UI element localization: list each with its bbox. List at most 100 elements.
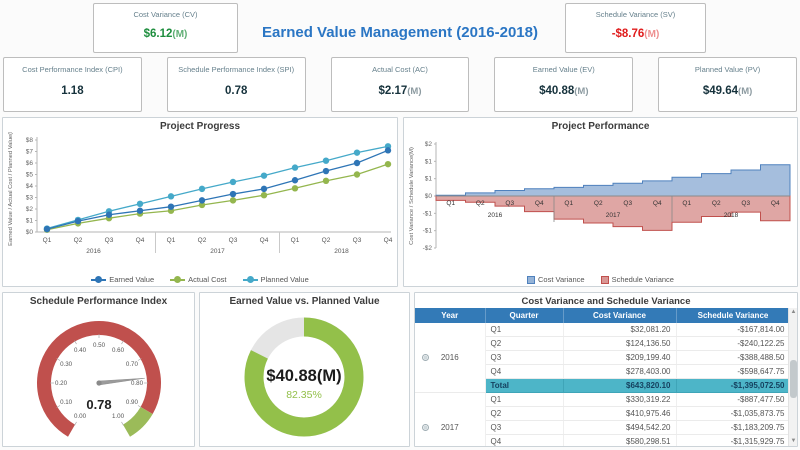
- svg-text:Q1: Q1: [291, 237, 300, 244]
- kpi-row: Cost Performance Index (CPI) 1.18 Schedu…: [3, 57, 797, 112]
- svg-text:2018: 2018: [334, 248, 349, 255]
- svg-text:Q2: Q2: [322, 237, 331, 244]
- value-cell: -$598,647.75: [676, 364, 788, 379]
- value-cell: $410,975.46: [563, 406, 677, 421]
- kpi-value: $2.17(M): [378, 85, 422, 97]
- column-header[interactable]: Year: [415, 308, 486, 323]
- kpi-card-cpi: Cost Performance Index (CPI) 1.18: [3, 57, 142, 112]
- svg-text:$4: $4: [26, 183, 34, 190]
- legend-item-cost-variance[interactable]: Cost Variance: [527, 275, 585, 284]
- svg-text:0.30: 0.30: [60, 361, 73, 368]
- value-cell: -$887,477.50: [676, 392, 788, 407]
- legend-item-planned-value[interactable]: Planned Value: [242, 275, 309, 284]
- svg-text:Q4: Q4: [535, 200, 544, 207]
- table-row[interactable]: 2017 Q1 $330,319.22 -$887,477.50: [415, 392, 788, 446]
- svg-text:0.60: 0.60: [112, 347, 125, 354]
- svg-text:Q3: Q3: [229, 237, 238, 244]
- legend-item-actual-cost[interactable]: Actual Cost: [170, 275, 227, 284]
- svg-text:0.10: 0.10: [60, 399, 73, 406]
- schedule-variance-label: Schedule Variance (SV): [595, 10, 676, 19]
- schedule-variance-value: -$8.76(M): [611, 28, 660, 40]
- quarter-cell: Q1: [485, 392, 564, 407]
- svg-text:-$1: -$1: [423, 210, 433, 217]
- svg-text:$0: $0: [26, 229, 34, 236]
- spi-gauge-chart[interactable]: 0.000.10 0.20 0.300.40 0.50 0.600.70 0.80 0.90…: [3, 307, 194, 445]
- kpi-card-ev: Earned Value (EV) $40.88(M): [494, 57, 634, 112]
- collapse-year-icon[interactable]: [422, 353, 429, 361]
- cost-variance-label: Cost Variance (CV): [133, 10, 198, 19]
- value-cell: -$167,814.00: [676, 323, 788, 337]
- svg-text:0.90: 0.90: [126, 399, 139, 406]
- legend-item-schedule-variance[interactable]: Schedule Variance: [600, 275, 674, 284]
- value-cell: $209,199.40: [563, 350, 677, 365]
- svg-text:$3: $3: [26, 195, 34, 202]
- collapse-year-icon[interactable]: [422, 423, 429, 431]
- svg-text:2017: 2017: [210, 248, 225, 255]
- project-performance-legend: Cost Variance Schedule Variance: [404, 275, 797, 284]
- year-cell: 2016: [415, 323, 486, 393]
- svg-text:0.20: 0.20: [55, 380, 68, 387]
- svg-text:Q1: Q1: [564, 200, 573, 207]
- scroll-down-icon[interactable]: ▼: [789, 437, 797, 446]
- svg-text:Q3: Q3: [505, 200, 514, 207]
- svg-text:Q4: Q4: [653, 200, 662, 207]
- svg-text:1.00: 1.00: [112, 413, 125, 420]
- value-cell: $32,081.20: [563, 323, 677, 337]
- total-value-cell: $643,820.10: [563, 378, 677, 393]
- svg-text:0.70: 0.70: [126, 361, 139, 368]
- ev-vs-pv-donut-chart[interactable]: $40.88(M) 82.35%: [200, 307, 409, 445]
- svg-text:$40.88(M): $40.88(M): [266, 367, 341, 385]
- kpi-label: Actual Cost (AC): [372, 65, 428, 74]
- kpi-label: Schedule Performance Index (SPI): [178, 65, 295, 74]
- column-header[interactable]: Cost Variance: [563, 308, 677, 323]
- svg-text:Q3: Q3: [353, 237, 362, 244]
- svg-text:2017: 2017: [606, 212, 621, 219]
- scroll-up-icon[interactable]: ▲: [789, 308, 797, 317]
- svg-text:0.40: 0.40: [74, 347, 87, 354]
- quarter-cell: Q3: [485, 420, 564, 435]
- kpi-card-pv: Planned Value (PV) $49.64(M): [658, 57, 797, 112]
- quarter-cell: Q2: [485, 336, 564, 351]
- svg-text:$7: $7: [26, 149, 34, 156]
- svg-text:$1: $1: [425, 176, 433, 183]
- project-progress-panel: Project Progress $0 $1 $2 $3 $4 $5 $6 $7 $8 Earne…: [2, 117, 398, 287]
- project-performance-chart[interactable]: $2 $1 $1 $0 -$1 -$1 -$2 Cost Variance / Schedul…: [404, 132, 797, 268]
- column-header[interactable]: Quarter: [485, 308, 564, 323]
- value-cell: $124,136.50: [563, 336, 677, 351]
- year-cell: 2017: [415, 392, 486, 446]
- quarter-cell: Q1: [485, 323, 564, 337]
- legend-item-earned-value[interactable]: Earned Value: [91, 275, 154, 284]
- svg-text:Q2: Q2: [198, 237, 207, 244]
- kpi-value: $40.88(M): [539, 85, 589, 97]
- svg-text:Q1: Q1: [682, 200, 691, 207]
- value-cell: -$1,315,929.75: [676, 434, 788, 446]
- column-header[interactable]: Schedule Variance: [676, 308, 788, 323]
- project-progress-chart[interactable]: $0 $1 $2 $3 $4 $5 $6 $7 $8 Earned Value / Actual …: [3, 132, 397, 264]
- quarter-cell: Q4: [485, 434, 564, 446]
- svg-text:2018: 2018: [724, 212, 739, 219]
- svg-text:0.78: 0.78: [86, 397, 111, 412]
- svg-text:$1: $1: [26, 218, 34, 225]
- svg-text:0.50: 0.50: [93, 342, 106, 349]
- kpi-label: Planned Value (PV): [694, 65, 761, 74]
- value-cell: $494,542.20: [563, 420, 677, 435]
- svg-text:Q3: Q3: [741, 200, 750, 207]
- ev-vs-pv-title: Earned Value vs. Planned Value: [229, 296, 380, 307]
- svg-text:Q4: Q4: [260, 237, 269, 244]
- value-cell: -$1,035,873.75: [676, 406, 788, 421]
- project-performance-panel: Project Performance $2 $1 $1 $0 -$1 -$1 -$2 Cos…: [403, 117, 798, 287]
- table-row[interactable]: 2016 Q1 $32,081.20 -$167,814.00: [415, 323, 788, 393]
- svg-text:0.80: 0.80: [131, 380, 144, 387]
- svg-text:$6: $6: [26, 160, 34, 167]
- table-scrollbar[interactable]: ▲ ▼: [788, 308, 797, 446]
- variance-table-panel: Cost Variance and Schedule Variance Year…: [414, 292, 798, 447]
- schedule-variance-card: Schedule Variance (SV) -$8.76(M): [565, 3, 706, 53]
- kpi-label: Cost Performance Index (CPI): [22, 65, 123, 74]
- kpi-value: 0.78: [225, 85, 248, 97]
- scrollbar-thumb[interactable]: [790, 360, 797, 398]
- total-label-cell: Total: [485, 378, 564, 393]
- value-cell: $278,403.00: [563, 364, 677, 379]
- svg-text:Q1: Q1: [43, 237, 52, 244]
- spi-gauge-panel: Schedule Performance Index 0.00 0.10 0.20 0…: [2, 292, 195, 447]
- svg-text:$2: $2: [26, 206, 34, 213]
